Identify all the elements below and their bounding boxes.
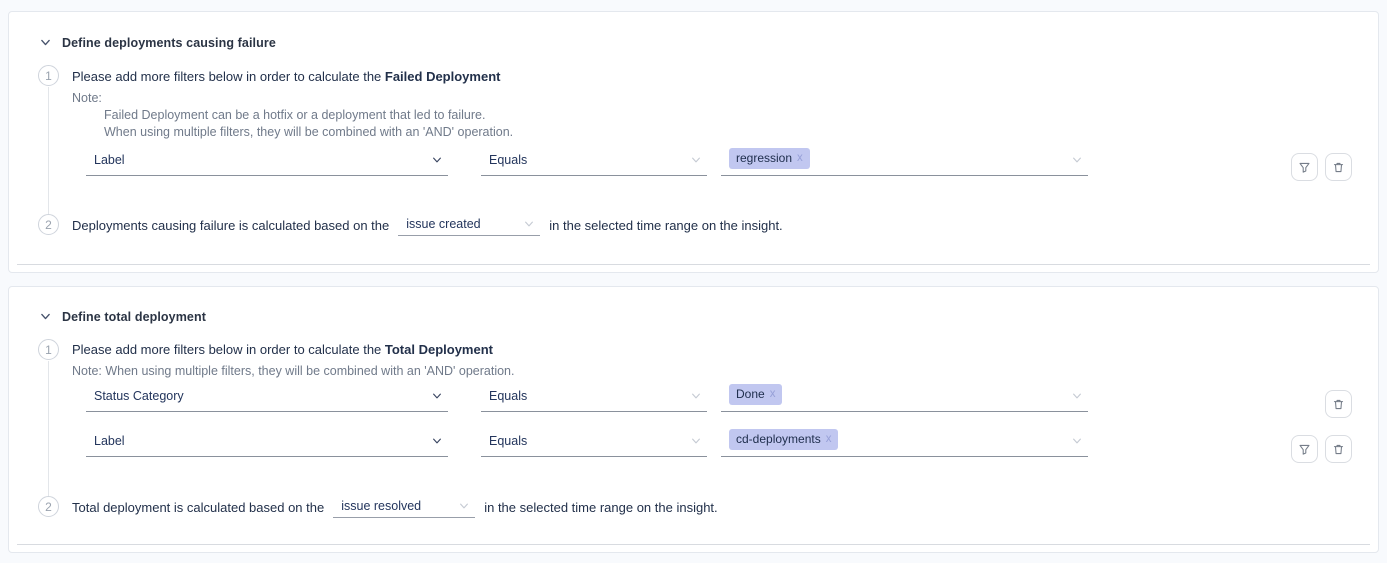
note-line: When using multiple filters, they will b… (104, 125, 513, 139)
filter-values-button[interactable] (1291, 153, 1318, 181)
event-type-select[interactable]: issue created (398, 214, 540, 236)
step-number-badge: 2 (38, 496, 59, 517)
filter-values-button[interactable] (1291, 435, 1318, 463)
step2-text-after: in the selected time range on the insigh… (484, 500, 717, 515)
chevron-down-icon (431, 154, 443, 166)
remove-tag-icon[interactable]: x (770, 388, 776, 402)
chevron-down-icon (690, 435, 702, 447)
step2-sentence: Total deployment is calculated based on … (72, 496, 718, 518)
value-select[interactable]: cd-deployments x (721, 432, 1088, 457)
step-connector-line (48, 361, 49, 496)
chevron-down-icon (1071, 435, 1083, 447)
operator-select-value: Equals (489, 153, 527, 167)
operator-select-value: Equals (489, 434, 527, 448)
chevron-down-icon (458, 500, 470, 512)
event-type-select-value: issue resolved (341, 499, 421, 513)
remove-tag-icon[interactable]: x (797, 152, 803, 166)
value-tag-label: regression (736, 151, 792, 165)
field-select[interactable]: Status Category (86, 387, 448, 412)
step1-instruction: Please add more filters below in order t… (72, 69, 500, 84)
metric-name: Failed Deployment (385, 69, 501, 84)
operator-select[interactable]: Equals (481, 432, 707, 457)
section-header-total[interactable]: Define total deployment (38, 309, 206, 324)
panel-footer-divider (17, 264, 1370, 265)
field-select-value: Label (94, 434, 125, 448)
remove-tag-icon[interactable]: x (826, 433, 832, 447)
step-connector-line (48, 87, 49, 214)
field-select[interactable]: Label (86, 151, 448, 176)
chevron-down-icon (690, 154, 702, 166)
operator-select-value: Equals (489, 389, 527, 403)
chevron-down-icon[interactable] (38, 309, 53, 324)
chevron-down-icon (1071, 154, 1083, 166)
step-number-badge: 1 (38, 65, 59, 86)
step-number-badge: 1 (38, 339, 59, 360)
delete-filter-button[interactable] (1325, 390, 1352, 418)
chevron-down-icon (690, 390, 702, 402)
delete-filter-button[interactable] (1325, 153, 1352, 181)
chevron-down-icon (523, 218, 535, 230)
value-tag: cd-deployments x (729, 429, 838, 449)
value-tag: regression x (729, 148, 810, 168)
field-select[interactable]: Label (86, 432, 448, 457)
note-label: Note: (72, 91, 102, 105)
note-line: Note: When using multiple filters, they … (72, 364, 514, 378)
step2-sentence: Deployments causing failure is calculate… (72, 214, 783, 236)
metric-name: Total Deployment (385, 342, 493, 357)
delete-filter-button[interactable] (1325, 435, 1352, 463)
section-title: Define total deployment (62, 310, 206, 324)
value-tag: Donex (729, 384, 782, 404)
operator-select[interactable]: Equals (481, 151, 707, 176)
value-select[interactable]: regression x (721, 151, 1088, 176)
section-header-failure[interactable]: Define deployments causing failure (38, 35, 276, 50)
event-type-select-value: issue created (406, 217, 480, 231)
note-line: Failed Deployment can be a hotfix or a d… (104, 108, 485, 122)
chevron-down-icon (431, 435, 443, 447)
panel-define-total-deployment: Define total deployment 1 Please add mor… (8, 286, 1379, 553)
chevron-down-icon[interactable] (38, 35, 53, 50)
step-number-badge: 2 (38, 214, 59, 235)
step2-text-before: Total deployment is calculated based on … (72, 500, 324, 515)
chevron-down-icon (431, 390, 443, 402)
chevron-down-icon (1071, 390, 1083, 402)
step2-text-after: in the selected time range on the insigh… (549, 218, 782, 233)
step2-text-before: Deployments causing failure is calculate… (72, 218, 389, 233)
field-select-value: Label (94, 153, 125, 167)
step1-instruction: Please add more filters below in order t… (72, 342, 493, 357)
panel-footer-divider (17, 544, 1370, 545)
value-tag-label: cd-deployments (736, 432, 821, 446)
value-select[interactable]: Donex (721, 387, 1088, 412)
value-tag-label: Done (736, 387, 765, 401)
panel-define-deployments-causing-failure: Define deployments causing failure 1 Ple… (8, 11, 1379, 273)
section-title: Define deployments causing failure (62, 36, 276, 50)
operator-select[interactable]: Equals (481, 387, 707, 412)
event-type-select[interactable]: issue resolved (333, 496, 475, 518)
field-select-value: Status Category (94, 389, 184, 403)
